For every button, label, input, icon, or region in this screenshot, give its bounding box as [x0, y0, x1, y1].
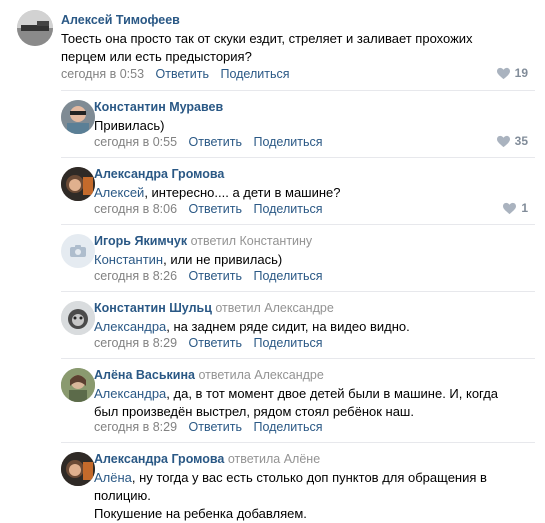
reply-meta: сегодня в 8:26 Ответить Поделиться: [94, 269, 322, 283]
reply-link[interactable]: Ответить: [189, 269, 242, 283]
replied-to[interactable]: ответила Алёне: [228, 452, 320, 466]
avatar[interactable]: [61, 234, 95, 268]
like-button[interactable]: 35: [496, 134, 528, 148]
reply-text: Александра, да, в тот момент двое детей …: [94, 386, 499, 419]
like-button[interactable]: 1: [502, 201, 528, 215]
reply-author[interactable]: Константин Шульц ответил Александре: [94, 301, 334, 315]
reply-meta: сегодня в 8:29 Ответить Поделиться: [94, 336, 322, 350]
comment-author[interactable]: Алексей Тимофеев: [61, 13, 180, 27]
reply-text: Алексей, интересно.... а дети в машине?: [94, 185, 341, 200]
comment-text: Тоесть она просто так от скуки ездит, ст…: [61, 31, 473, 64]
reply-link[interactable]: Ответить: [189, 135, 242, 149]
reply-item: Александра Громова Алексей, интересно...…: [0, 157, 545, 224]
like-count: 1: [521, 201, 528, 215]
reply-meta: сегодня в 8:29 Ответить Поделиться: [94, 420, 322, 434]
camera-icon: [70, 245, 86, 257]
avatar[interactable]: [61, 368, 95, 402]
reply-item: Игорь Якимчук ответил Константину Конста…: [0, 224, 545, 291]
mention-link[interactable]: Алексей: [94, 185, 144, 200]
reply-author[interactable]: Алёна Васькина ответила Александре: [94, 368, 324, 382]
comment-time[interactable]: сегодня в 0:53: [61, 67, 144, 81]
reply-time[interactable]: сегодня в 0:55: [94, 135, 177, 149]
replied-to[interactable]: ответил Константину: [191, 234, 313, 248]
mention-link[interactable]: Алёна: [94, 470, 132, 485]
reply-author[interactable]: Константин Муравев: [94, 100, 223, 114]
like-button[interactable]: 19: [496, 66, 528, 80]
reply-link[interactable]: Ответить: [156, 67, 209, 81]
replied-to[interactable]: ответила Александре: [198, 368, 323, 382]
avatar[interactable]: [61, 452, 95, 486]
reply-item: Константин Муравев Привилась) сегодня в …: [0, 90, 545, 157]
divider: [61, 291, 535, 292]
avatar-image: [61, 368, 95, 402]
avatar[interactable]: [61, 100, 95, 134]
mention-link[interactable]: Александра: [94, 319, 166, 334]
reply-time[interactable]: сегодня в 8:06: [94, 202, 177, 216]
avatar-image: [61, 167, 95, 201]
like-count: 19: [514, 66, 528, 80]
share-link[interactable]: Поделиться: [220, 67, 289, 81]
reply-text: Алёна, ну тогда у вас есть столько доп п…: [94, 470, 487, 521]
share-link[interactable]: Поделиться: [253, 420, 322, 434]
reply-link[interactable]: Ответить: [189, 202, 242, 216]
avatar[interactable]: [61, 167, 95, 201]
share-link[interactable]: Поделиться: [253, 202, 322, 216]
divider: [61, 157, 535, 158]
comment-meta: сегодня в 0:53 Ответить Поделиться: [61, 67, 289, 81]
reply-item: Алёна Васькина ответила Александре Алекс…: [0, 358, 545, 442]
divider: [61, 442, 535, 443]
like-count: 35: [514, 134, 528, 148]
comments-thread: Алексей Тимофеев Тоесть она просто так о…: [0, 0, 545, 521]
mention-link[interactable]: Александра: [94, 386, 166, 401]
reply-text: Александра, на заднем ряде сидит, на вид…: [94, 319, 410, 334]
heart-icon: [496, 135, 510, 147]
reply-link[interactable]: Ответить: [189, 336, 242, 350]
reply-meta: сегодня в 8:06 Ответить Поделиться: [94, 202, 322, 216]
reply-text: Привилась): [94, 118, 165, 133]
reply-text: Константин, или не привилась): [94, 252, 283, 267]
comment-item: Алексей Тимофеев Тоесть она просто так о…: [0, 0, 545, 90]
divider: [61, 358, 535, 359]
reply-time[interactable]: сегодня в 8:26: [94, 269, 177, 283]
reply-time[interactable]: сегодня в 8:29: [94, 336, 177, 350]
reply-meta: сегодня в 0:55 Ответить Поделиться: [94, 135, 322, 149]
share-link[interactable]: Поделиться: [253, 135, 322, 149]
heart-icon: [503, 202, 517, 214]
avatar-image: [61, 301, 95, 335]
avatar[interactable]: [17, 10, 53, 46]
reply-author[interactable]: Александра Громова ответила Алёне: [94, 452, 320, 466]
reply-time[interactable]: сегодня в 8:29: [94, 420, 177, 434]
divider: [61, 224, 535, 225]
reply-author[interactable]: Игорь Якимчук ответил Константину: [94, 234, 312, 248]
replied-to[interactable]: ответил Александре: [215, 301, 333, 315]
mention-link[interactable]: Константин: [94, 252, 163, 267]
heart-icon: [496, 67, 510, 79]
reply-item: Александра Громова ответила Алёне Алёна,…: [0, 442, 545, 521]
reply-item: Константин Шульц ответил Александре Алек…: [0, 291, 545, 358]
reply-author[interactable]: Александра Громова: [94, 167, 224, 181]
avatar[interactable]: [61, 301, 95, 335]
divider: [61, 90, 535, 91]
share-link[interactable]: Поделиться: [253, 269, 322, 283]
avatar-image: [17, 10, 53, 46]
share-link[interactable]: Поделиться: [253, 336, 322, 350]
avatar-image: [61, 452, 95, 486]
avatar-image: [61, 100, 95, 134]
reply-link[interactable]: Ответить: [189, 420, 242, 434]
